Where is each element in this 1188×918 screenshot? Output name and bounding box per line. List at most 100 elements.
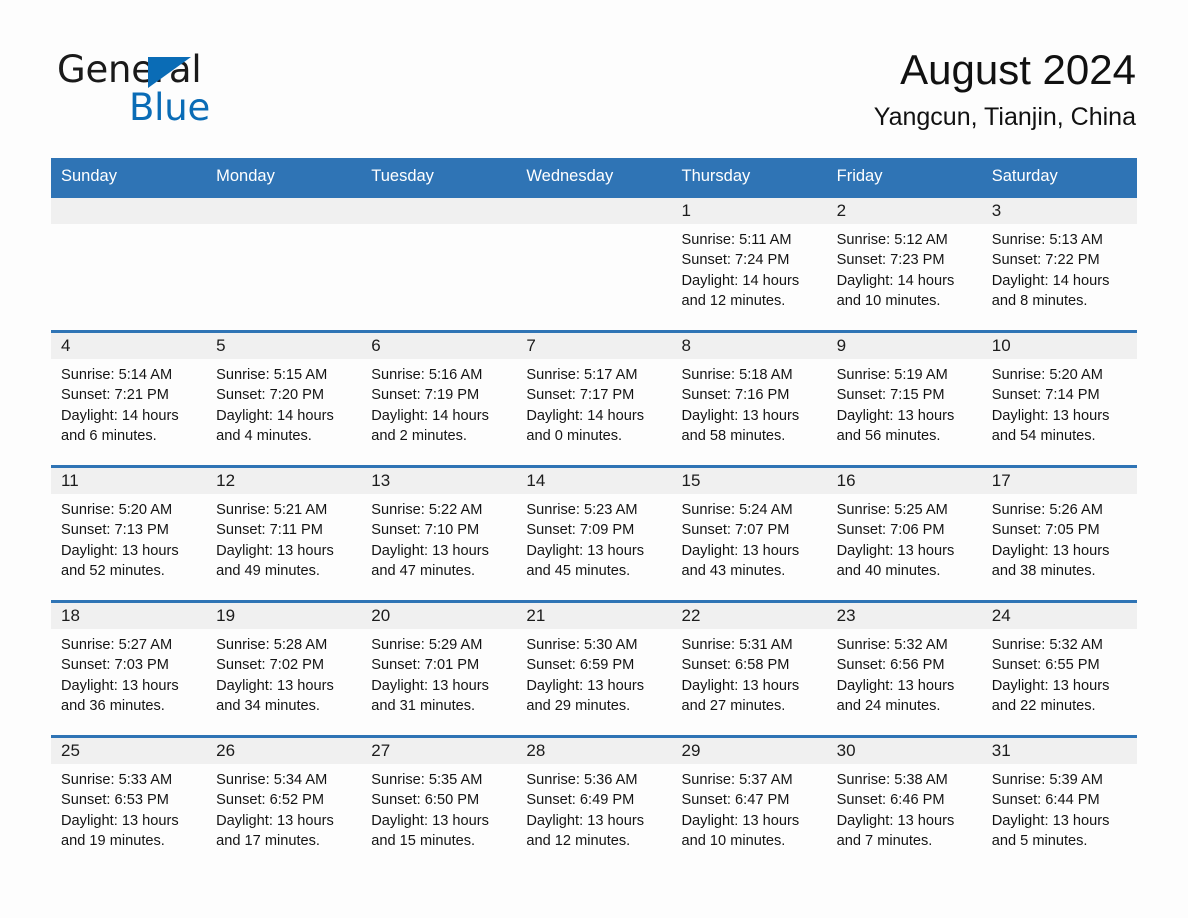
day-details: Sunrise: 5:32 AM Sunset: 6:56 PM Daylight:… — [827, 629, 982, 716]
calendar-day-cell[interactable]: 27 Sunrise: 5:35 AM Sunset: 6:50 PM Dayligh… — [361, 738, 517, 870]
daylight-text-cont: and 6 minutes. — [61, 427, 157, 444]
day-number: 19 — [216, 606, 236, 625]
day-details: Sunrise: 5:23 AM Sunset: 7:09 PM Daylight:… — [516, 494, 671, 581]
day-number-band: 29 — [671, 738, 827, 764]
calendar-day-cell[interactable]: 7 Sunrise: 5:17 AM Sunset: 7:17 PM Daylight… — [516, 333, 672, 465]
day-number: 2 — [836, 201, 847, 220]
weekday-header-saturday: Saturday — [991, 167, 1058, 185]
calendar-day-cell[interactable]: 29 Sunrise: 5:37 AM Sunset: 6:47 PM Dayligh… — [671, 738, 827, 870]
calendar-page: General Blue August 2024 Yangcun, Tianji… — [0, 0, 1188, 918]
daylight-text: Daylight: 13 hours — [371, 812, 489, 829]
calendar-day-cell[interactable]: 22 Sunrise: 5:31 AM Sunset: 6:58 PM Dayligh… — [671, 603, 827, 735]
daylight-text-cont: and 27 minutes. — [681, 697, 786, 714]
calendar-day-cell[interactable]: 23 Sunrise: 5:32 AM Sunset: 6:56 PM Dayligh… — [826, 603, 982, 735]
day-details: Sunrise: 5:20 AM Sunset: 7:13 PM Daylight:… — [51, 494, 206, 581]
day-details: Sunrise: 5:31 AM Sunset: 6:58 PM Daylight:… — [672, 629, 827, 716]
daylight-text: Daylight: 13 hours — [61, 542, 179, 559]
sunrise-text: Sunrise: 5:39 AM — [991, 772, 1103, 788]
day-number-band — [206, 198, 362, 224]
sunrise-text: Sunrise: 5:27 AM — [61, 637, 173, 653]
calendar-day-cell[interactable]: 21 Sunrise: 5:30 AM Sunset: 6:59 PM Dayligh… — [516, 603, 672, 735]
calendar-day-cell[interactable]: 9 Sunrise: 5:19 AM Sunset: 7:15 PM Daylight… — [826, 333, 982, 465]
day-details: Sunrise: 5:33 AM Sunset: 6:53 PM Daylight:… — [51, 764, 206, 851]
sunrise-text: Sunrise: 5:19 AM — [836, 367, 948, 383]
day-number-band: 22 — [671, 603, 827, 629]
sunset-text: Sunset: 6:58 PM — [681, 657, 790, 674]
sunset-text: Sunset: 7:03 PM — [61, 657, 169, 674]
daylight-text: Daylight: 13 hours — [216, 542, 334, 559]
daylight-text-cont: and 58 minutes. — [681, 427, 786, 444]
day-number-band: 4 — [51, 333, 207, 359]
daylight-text-cont: and 31 minutes. — [371, 697, 476, 714]
daylight-text-cont: and 4 minutes. — [216, 427, 312, 444]
daylight-text: Daylight: 13 hours — [61, 677, 179, 694]
calendar-day-cell[interactable]: 14 Sunrise: 5:23 AM Sunset: 7:09 PM Dayligh… — [516, 468, 672, 600]
day-number-band: 12 — [206, 468, 362, 494]
day-number-band: 7 — [516, 333, 672, 359]
calendar-day-cell[interactable]: 15 Sunrise: 5:24 AM Sunset: 7:07 PM Dayligh… — [671, 468, 827, 600]
calendar-day-cell[interactable]: 31 Sunrise: 5:39 AM Sunset: 6:44 PM Dayligh… — [981, 738, 1137, 870]
sunset-text: Sunset: 6:47 PM — [681, 792, 790, 809]
day-details: Sunrise: 5:37 AM Sunset: 6:47 PM Daylight:… — [672, 764, 827, 851]
calendar-day-cell[interactable]: 8 Sunrise: 5:18 AM Sunset: 7:16 PM Daylight… — [671, 333, 827, 465]
day-number-band: 15 — [671, 468, 827, 494]
sunrise-text: Sunrise: 5:22 AM — [371, 502, 483, 518]
day-number: 1 — [681, 201, 691, 220]
daylight-text: Daylight: 14 hours — [61, 407, 179, 424]
weekday-header-friday: Friday — [836, 167, 883, 185]
general-blue-logo: General Blue — [57, 48, 357, 130]
day-number-band: 17 — [981, 468, 1137, 494]
day-number-band — [361, 198, 517, 224]
calendar-day-cell[interactable]: 4 Sunrise: 5:14 AM Sunset: 7:21 PM Daylight… — [51, 333, 207, 465]
sunset-text: Sunset: 7:21 PM — [61, 387, 169, 404]
sunset-text: Sunset: 6:50 PM — [371, 792, 480, 809]
sunrise-text: Sunrise: 5:36 AM — [526, 772, 638, 788]
daylight-text-cont: and 12 minutes. — [681, 292, 786, 309]
weekday-header-tuesday: Tuesday — [371, 167, 434, 185]
calendar-day-cell[interactable]: 5 Sunrise: 5:15 AM Sunset: 7:20 PM Daylight… — [206, 333, 362, 465]
calendar-day-cell[interactable]: 17 Sunrise: 5:26 AM Sunset: 7:05 PM Dayligh… — [981, 468, 1137, 600]
calendar-day-cell[interactable]: 19 Sunrise: 5:28 AM Sunset: 7:02 PM Dayligh… — [206, 603, 362, 735]
calendar-day-cell[interactable]: 25 Sunrise: 5:33 AM Sunset: 6:53 PM Dayligh… — [51, 738, 207, 870]
daylight-text-cont: and 34 minutes. — [216, 697, 320, 714]
day-number: 28 — [526, 741, 546, 760]
sunrise-text: Sunrise: 5:31 AM — [681, 637, 793, 653]
calendar-day-cell[interactable]: 12 Sunrise: 5:21 AM Sunset: 7:11 PM Dayligh… — [206, 468, 362, 600]
calendar-day-cell[interactable]: 18 Sunrise: 5:27 AM Sunset: 7:03 PM Dayligh… — [51, 603, 207, 735]
daylight-text: Daylight: 13 hours — [371, 677, 489, 694]
day-number-band: 16 — [826, 468, 982, 494]
daylight-text-cont: and 54 minutes. — [991, 427, 1096, 444]
sunset-text: Sunset: 6:59 PM — [526, 657, 635, 674]
calendar-day-cell[interactable]: 13 Sunrise: 5:22 AM Sunset: 7:10 PM Dayligh… — [361, 468, 517, 600]
day-details: Sunrise: 5:28 AM Sunset: 7:02 PM Daylight:… — [206, 629, 361, 716]
day-number: 11 — [61, 471, 79, 490]
day-number-band: 19 — [206, 603, 362, 629]
day-number-band: 11 — [51, 468, 207, 494]
calendar-day-cell[interactable]: 28 Sunrise: 5:36 AM Sunset: 6:49 PM Dayligh… — [516, 738, 672, 870]
sunrise-text: Sunrise: 5:26 AM — [991, 502, 1103, 518]
daylight-text: Daylight: 13 hours — [991, 542, 1110, 559]
day-number-band: 31 — [981, 738, 1137, 764]
calendar-day-cell[interactable]: 26 Sunrise: 5:34 AM Sunset: 6:52 PM Dayligh… — [206, 738, 362, 870]
calendar-day-cell[interactable]: 11 Sunrise: 5:20 AM Sunset: 7:13 PM Dayligh… — [51, 468, 207, 600]
day-details: Sunrise: 5:34 AM Sunset: 6:52 PM Daylight:… — [206, 764, 361, 851]
daylight-text-cont: and 47 minutes. — [371, 562, 476, 579]
calendar-day-cell[interactable]: 30 Sunrise: 5:38 AM Sunset: 6:46 PM Dayligh… — [826, 738, 982, 870]
calendar-day-cell[interactable]: 1 Sunrise: 5:11 AM Sunset: 7:24 PM Daylight… — [671, 198, 827, 330]
calendar-day-cell[interactable]: 20 Sunrise: 5:29 AM Sunset: 7:01 PM Dayligh… — [361, 603, 517, 735]
day-number: 10 — [991, 336, 1011, 355]
weekday-header-row: Sunday Monday Tuesday Wednesday Thursday Frid… — [51, 158, 1137, 195]
day-details: Sunrise: 5:32 AM Sunset: 6:55 PM Daylight:… — [982, 629, 1137, 716]
calendar-day-cell[interactable]: 6 Sunrise: 5:16 AM Sunset: 7:19 PM Daylight… — [361, 333, 517, 465]
calendar-day-cell[interactable]: 10 Sunrise: 5:20 AM Sunset: 7:14 PM Dayligh… — [981, 333, 1137, 465]
calendar-day-cell[interactable]: 24 Sunrise: 5:32 AM Sunset: 6:55 PM Dayligh… — [981, 603, 1137, 735]
calendar-week-row: 18 Sunrise: 5:27 AM Sunset: 7:03 PM Dayligh… — [51, 600, 1137, 735]
calendar-day-cell[interactable]: 16 Sunrise: 5:25 AM Sunset: 7:06 PM Dayligh… — [826, 468, 982, 600]
sunrise-text: Sunrise: 5:28 AM — [216, 637, 328, 653]
calendar-day-cell[interactable]: 2 Sunrise: 5:12 AM Sunset: 7:23 PM Daylight… — [826, 198, 982, 330]
sunset-text: Sunset: 7:17 PM — [526, 387, 635, 404]
calendar-cell-empty — [516, 198, 672, 330]
daylight-text-cont: and 45 minutes. — [526, 562, 631, 579]
day-details — [206, 224, 361, 230]
calendar-day-cell[interactable]: 3 Sunrise: 5:13 AM Sunset: 7:22 PM Daylight… — [981, 198, 1137, 330]
